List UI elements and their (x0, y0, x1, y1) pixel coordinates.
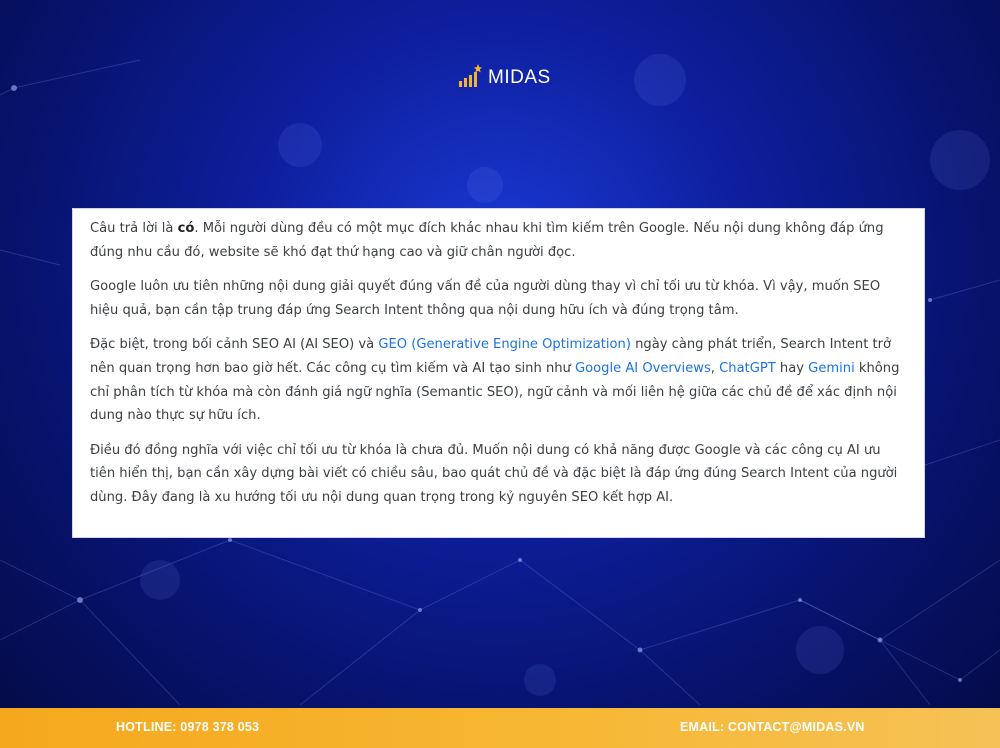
emphasis-answer: có (177, 221, 195, 236)
link-google-ai-overviews[interactable]: Google AI Overviews (575, 361, 711, 376)
email-text: EMAIL: CONTACT@MIDAS.VN (680, 720, 865, 734)
hotline-text: HOTLINE: 0978 378 053 (116, 720, 260, 734)
article-card: Câu trả lời là có. Mỗi người dùng đều có… (72, 208, 925, 538)
contact-footer: HOTLINE: 0978 378 053 EMAIL: CONTACT@MID… (0, 708, 1000, 748)
link-geo[interactable]: GEO (Generative Engine Optimization) (378, 337, 631, 352)
midas-logo-icon (459, 64, 482, 87)
paragraph-1: Câu trả lời là có. Mỗi người dùng đều có… (90, 221, 884, 260)
midas-logo: MIDAS (458, 64, 551, 88)
paragraph-4: Điều đó đồng nghĩa với việc chỉ tối ưu t… (90, 442, 898, 505)
link-chatgpt[interactable]: ChatGPT (719, 361, 776, 376)
link-gemini[interactable]: Gemini (808, 361, 855, 376)
paragraph-3: Đặc biệt, trong bối cảnh SEO AI (AI SEO)… (90, 337, 900, 424)
brand-name: MIDAS (488, 67, 551, 88)
paragraph-2: Google luôn ưu tiên những nội dung giải … (90, 279, 881, 318)
